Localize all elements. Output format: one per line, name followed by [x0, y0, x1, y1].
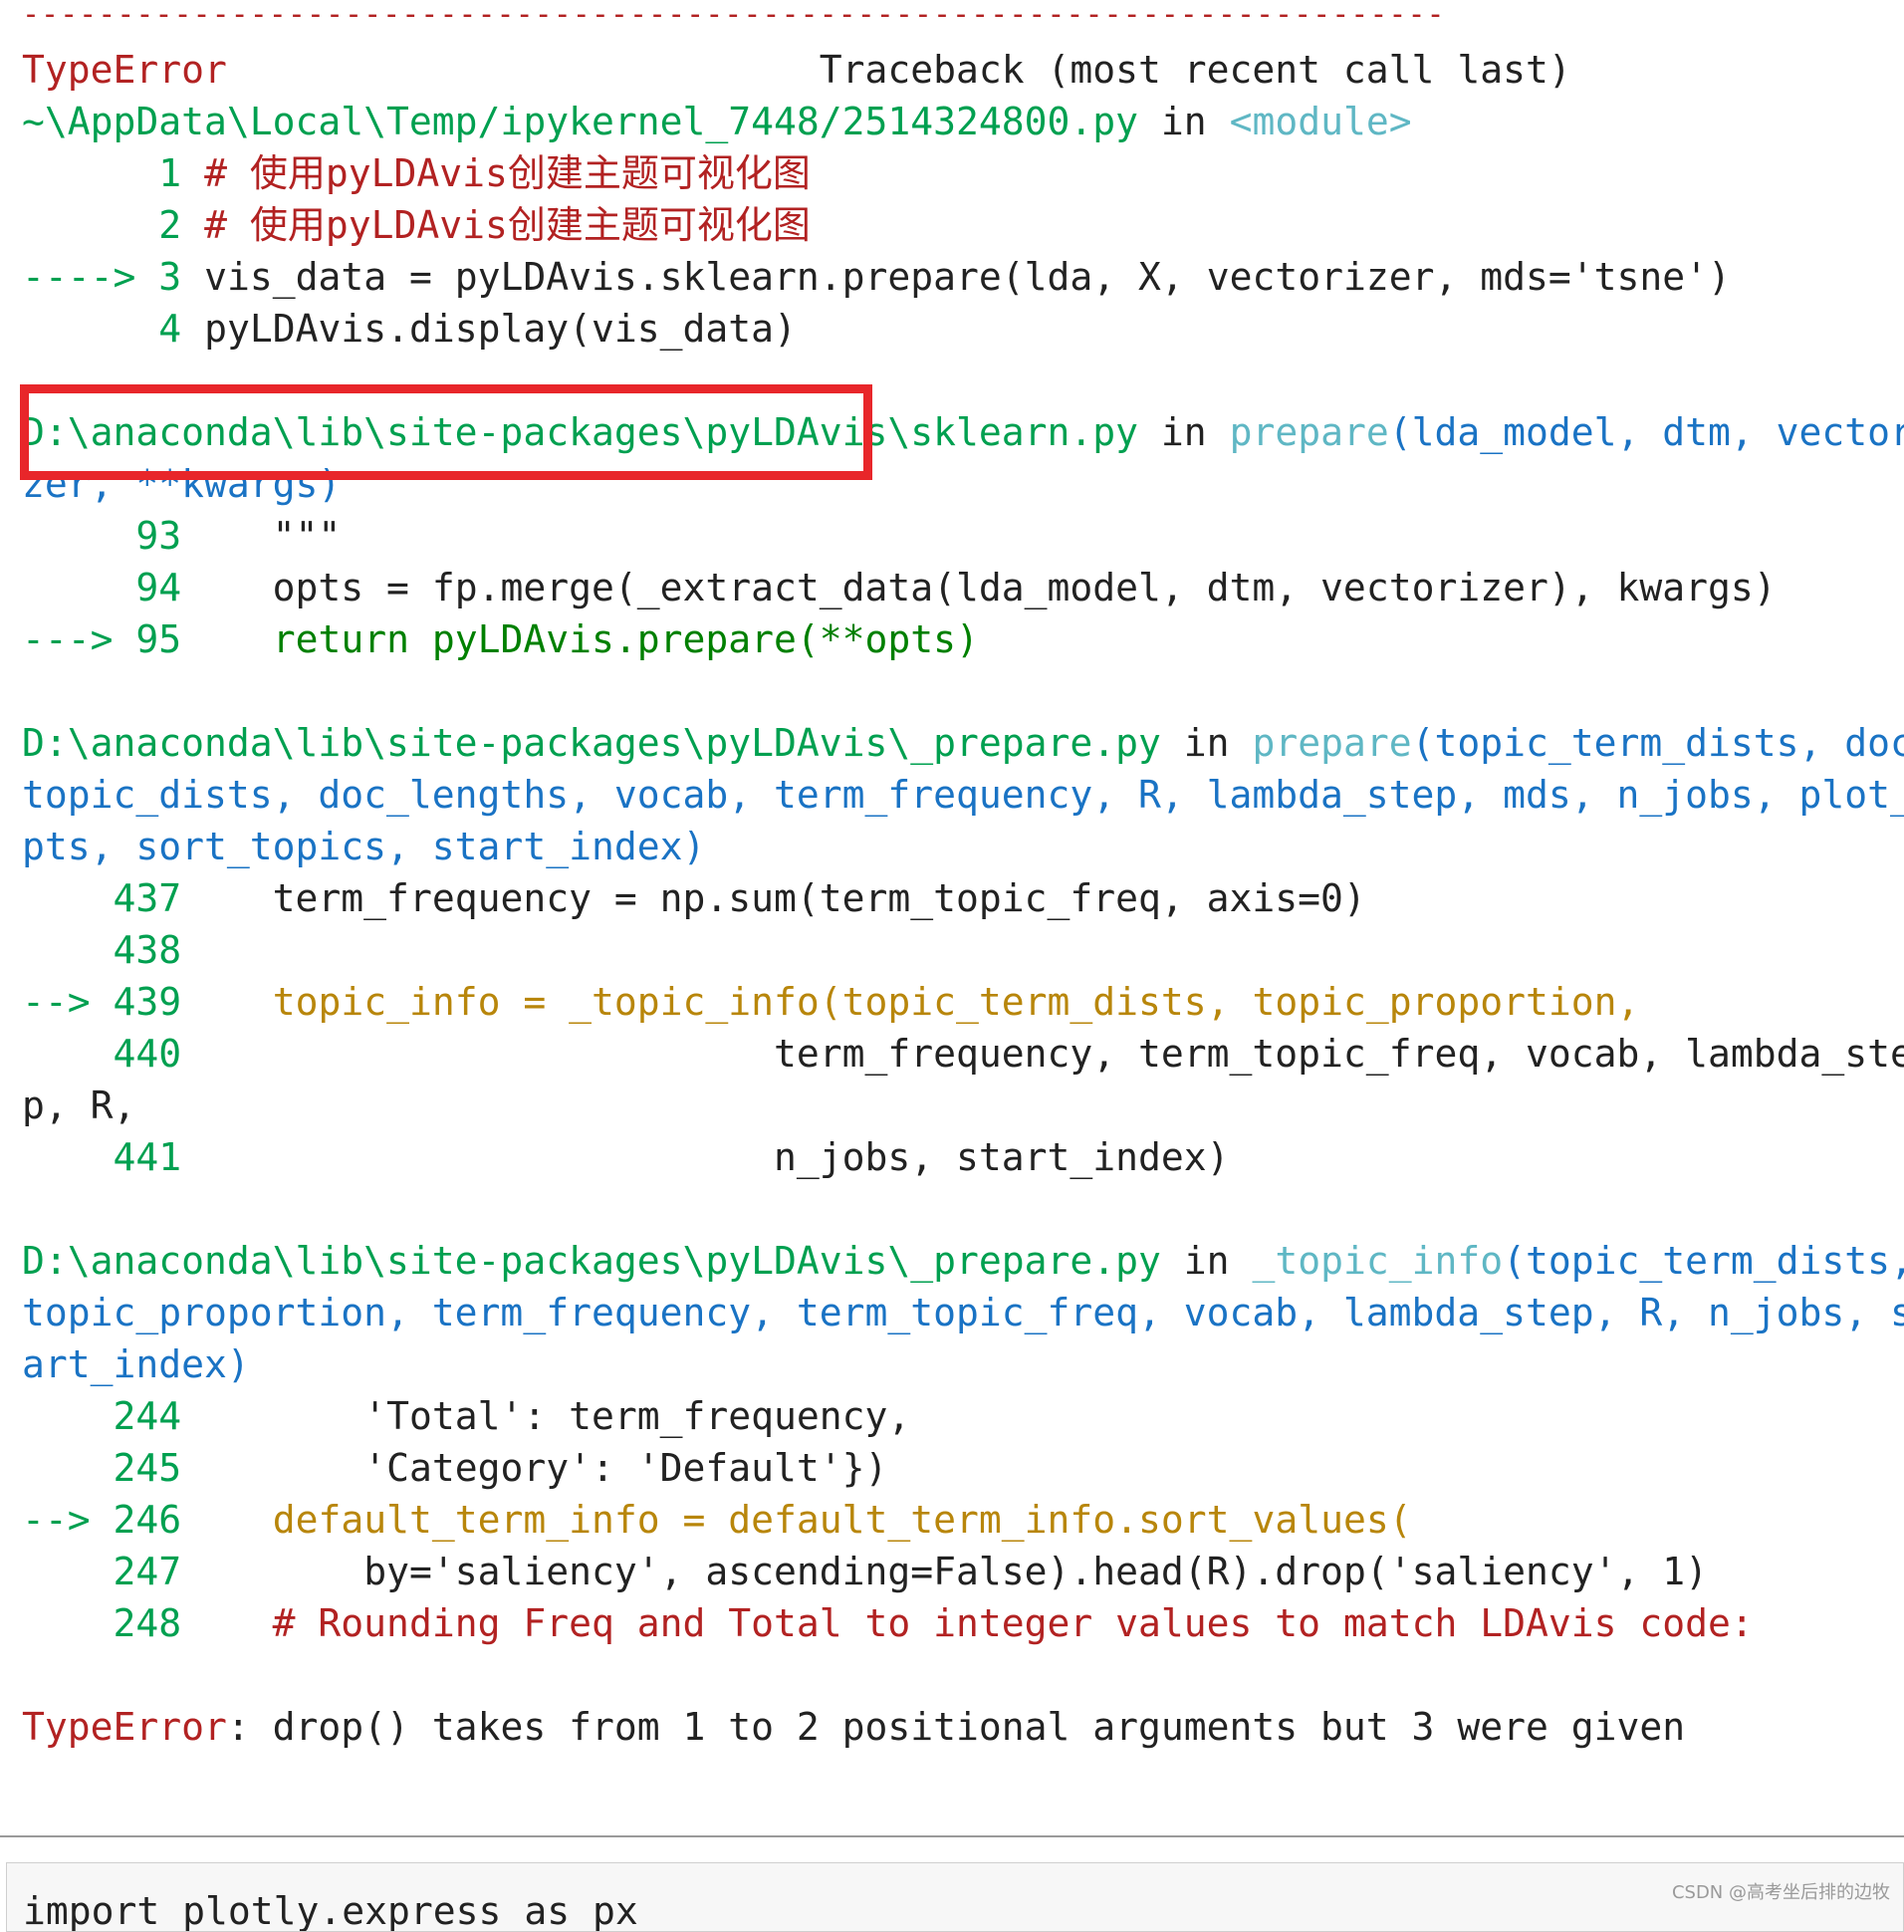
code-text: 'Category': 'Default'}) [363, 1446, 888, 1490]
code-text: 'Total': term_frequency, [363, 1394, 911, 1438]
code-line: 441 n_jobs, start_index) [22, 1131, 1230, 1183]
code-line: 440 term_frequency, term_topic_freq, voc… [22, 1028, 1904, 1080]
frame-path-line: D:\anaconda\lib\site-packages\pyLDAvis\_… [22, 717, 1904, 769]
code-line: 245 'Category': 'Default'}) [22, 1442, 888, 1494]
line-number: 3 [158, 255, 182, 299]
code-line-current: --> 439 topic_info = _topic_info(topic_t… [22, 976, 1639, 1028]
final-error-message: : drop() takes from 1 to 2 positional ar… [226, 1705, 1686, 1749]
frame-args: (topic_term_dists, doc_ [1411, 721, 1904, 765]
current-line-arrow: ---> [22, 617, 114, 661]
frame-path: ~\AppData\Local\Temp/ipykernel_7448/2514… [22, 100, 1139, 143]
code-text: # 使用pyLDAvis创建主题可视化图 [204, 203, 811, 247]
current-line-arrow: ----> [22, 255, 136, 299]
line-number: 94 [135, 566, 182, 609]
code-text: return pyLDAvis.prepare(**opts) [272, 617, 979, 661]
frame-args-continued: art_index) [22, 1342, 250, 1386]
error-output-area: ----------------------------------------… [0, 0, 1904, 1832]
code-text: default_term_info = default_term_info.so… [272, 1498, 1412, 1542]
frame-args: (lda_model, dtm, vectori [1388, 410, 1904, 454]
code-line: 94 opts = fp.merge(_extract_data(lda_mod… [22, 562, 1777, 613]
code-text: opts = fp.merge(_extract_data(lda_model,… [272, 566, 1777, 609]
code-line: 437 term_frequency = np.sum(term_topic_f… [22, 872, 1366, 924]
code-line-current: ----> 3 vis_data = pyLDAvis.sklearn.prep… [22, 251, 1731, 303]
line-number: 441 [113, 1135, 182, 1179]
in-word: in [1183, 1239, 1230, 1283]
frame-args: (topic_term_dists, [1503, 1239, 1904, 1283]
code-text: term_frequency, term_topic_freq, vocab, … [773, 1032, 1904, 1076]
code-text: by='saliency', ascending=False).head(R).… [363, 1550, 1708, 1593]
line-number: 439 [113, 980, 182, 1024]
code-text: # 使用pyLDAvis创建主题可视化图 [204, 151, 811, 195]
output-divider [0, 1835, 1904, 1837]
watermark: CSDN @高考坐后排的边牧 [1671, 1882, 1890, 1903]
in-word: in [1160, 410, 1207, 454]
frame-function: prepare [1229, 410, 1389, 454]
line-number: 438 [113, 928, 182, 972]
code-text: pyLDAvis.display(vis_data) [204, 307, 797, 351]
code-line-wrapped: p, R, [22, 1084, 136, 1127]
line-number: 2 [158, 203, 182, 247]
traceback-separator: ----------------------------------------… [22, 0, 1446, 32]
final-error-name: TypeError [22, 1705, 227, 1749]
frame-path-line: D:\anaconda\lib\site-packages\pyLDAvis\_… [22, 1235, 1904, 1287]
code-text: term_frequency = np.sum(term_topic_freq,… [272, 876, 1366, 920]
in-word: in [1183, 721, 1230, 765]
line-number: 4 [158, 307, 182, 351]
line-number: 95 [135, 617, 182, 661]
line-number: 440 [113, 1032, 182, 1076]
code-text: n_jobs, start_index) [773, 1135, 1230, 1179]
line-number: 247 [113, 1550, 182, 1593]
code-line: 2 # 使用pyLDAvis创建主题可视化图 [22, 199, 811, 251]
code-text: """ [272, 514, 342, 558]
code-line: 247 by='saliency', ascending=False).head… [22, 1546, 1708, 1597]
frame-args-continued: topic_dists, doc_lengths, vocab, term_fr… [22, 773, 1904, 817]
code-line-current: --> 246 default_term_info = default_term… [22, 1494, 1412, 1546]
line-number: 1 [158, 151, 182, 195]
code-text: vis_data = pyLDAvis.sklearn.prepare(lda,… [204, 255, 1731, 299]
code-comment: # Rounding Freq and Total to integer val… [272, 1601, 1754, 1645]
final-error-line: TypeError: drop() takes from 1 to 2 posi… [22, 1701, 1685, 1753]
traceback-title: Traceback (most recent call last) [819, 48, 1571, 92]
code-line: 248 # Rounding Freq and Total to integer… [22, 1597, 1754, 1649]
code-line-current: ---> 95 return pyLDAvis.prepare(**opts) [22, 613, 979, 665]
code-line: 1 # 使用pyLDAvis创建主题可视化图 [22, 147, 811, 199]
current-line-arrow: --> [22, 980, 91, 1024]
code-line: 93 """ [22, 510, 341, 562]
next-code-cell[interactable]: import plotly.express as px [6, 1862, 1904, 1932]
line-number: 244 [113, 1394, 182, 1438]
line-number: 93 [135, 514, 182, 558]
frame-args-continued: topic_proportion, term_frequency, term_t… [22, 1291, 1904, 1334]
frame-args-continued: pts, sort_topics, start_index) [22, 825, 706, 868]
code-line: 438 [22, 924, 182, 976]
annotation-highlight-box [20, 384, 872, 480]
error-name: TypeError [22, 48, 227, 92]
code-text: topic_info = _topic_info(topic_term_dist… [272, 980, 1640, 1024]
frame-path-line: ~\AppData\Local\Temp/ipykernel_7448/2514… [22, 96, 1412, 147]
in-word: in [1160, 100, 1207, 143]
line-number: 245 [113, 1446, 182, 1490]
code-line: 4 pyLDAvis.display(vis_data) [22, 303, 797, 355]
line-number: 246 [113, 1498, 182, 1542]
code-line: 244 'Total': term_frequency, [22, 1390, 911, 1442]
frame-path: D:\anaconda\lib\site-packages\pyLDAvis\_… [22, 1239, 1161, 1283]
current-line-arrow: --> [22, 1498, 91, 1542]
frame-function: _topic_info [1252, 1239, 1504, 1283]
traceback-header: TypeError Traceback (most recent call la… [22, 44, 1571, 96]
frame-function: <module> [1229, 100, 1412, 143]
frame-path: D:\anaconda\lib\site-packages\pyLDAvis\_… [22, 721, 1161, 765]
line-number: 248 [113, 1601, 182, 1645]
line-number: 437 [113, 876, 182, 920]
cell-code-text[interactable]: import plotly.express as px [23, 1885, 638, 1931]
frame-function: prepare [1252, 721, 1412, 765]
